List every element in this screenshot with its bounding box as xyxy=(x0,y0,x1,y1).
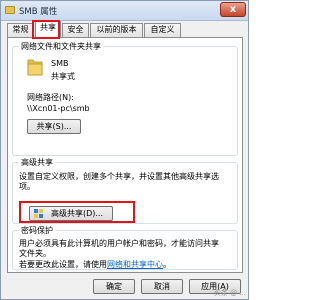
window-title: SMB 属性 xyxy=(19,7,58,17)
share-button[interactable]: 共享(S)... xyxy=(27,119,81,134)
cancel-button[interactable]: 取消 xyxy=(141,279,183,294)
network-share-title: 网络文件和文件夹共享 xyxy=(19,41,103,52)
network-path-label: 网络路径(N): xyxy=(27,93,74,102)
password-change-text: 若要更改此设置，请使用网络和共享中心。 xyxy=(19,259,171,270)
tab-previous-versions[interactable]: 以前的版本 xyxy=(90,23,143,37)
folder-share-status: 共享式 xyxy=(51,72,75,81)
advanced-share-highlight xyxy=(19,201,135,223)
close-button[interactable]: x xyxy=(220,2,246,17)
password-change-suffix: 。 xyxy=(163,260,171,269)
tab-customize[interactable]: 自定义 xyxy=(144,23,181,37)
advanced-share-desc-line2: 项。 xyxy=(19,182,35,191)
folder-icon xyxy=(5,6,15,14)
tab-general[interactable]: 常规 xyxy=(7,23,34,37)
folder-name: SMB xyxy=(51,59,69,68)
advanced-share-desc-line1: 设置自定义权限，创建多个共享，并设置其他高级共享选 xyxy=(19,172,219,181)
title-bar[interactable]: SMB 属性 x xyxy=(1,1,248,21)
shared-folder-icon xyxy=(27,59,43,76)
network-sharing-center-link[interactable]: 网络和共享中心 xyxy=(107,260,163,269)
sharing-panel: 网络文件和文件夹共享 SMB 共享式 网络路径(N): \\Xcn01-pc\s… xyxy=(7,37,243,273)
password-protection-title: 密码保护 xyxy=(19,225,55,236)
password-change-prefix: 若要更改此设置，请使用 xyxy=(19,260,107,269)
tab-security[interactable]: 安全 xyxy=(62,23,89,37)
network-path-value: \\Xcn01-pc\smb xyxy=(27,104,90,113)
properties-dialog: SMB 属性 x 常规 共享 安全 以前的版本 自定义 网络文件和文件夹共享 S… xyxy=(0,0,249,300)
sharing-tab-highlight xyxy=(32,20,60,39)
password-desc-line2: 文件夹。 xyxy=(19,249,51,258)
advanced-share-title: 高级共享 xyxy=(19,157,55,168)
ok-button[interactable]: 确定 xyxy=(93,279,135,294)
network-share-group: 网络文件和文件夹共享 SMB 共享式 网络路径(N): \\Xcn01-pc\s… xyxy=(12,41,238,156)
password-protection-group: 密码保护 用户必须具有此计算机的用户帐户和密码，才能访问共享 文件夹。 若要更改… xyxy=(12,225,238,270)
watermark: 头条 @ ... xyxy=(213,289,246,297)
